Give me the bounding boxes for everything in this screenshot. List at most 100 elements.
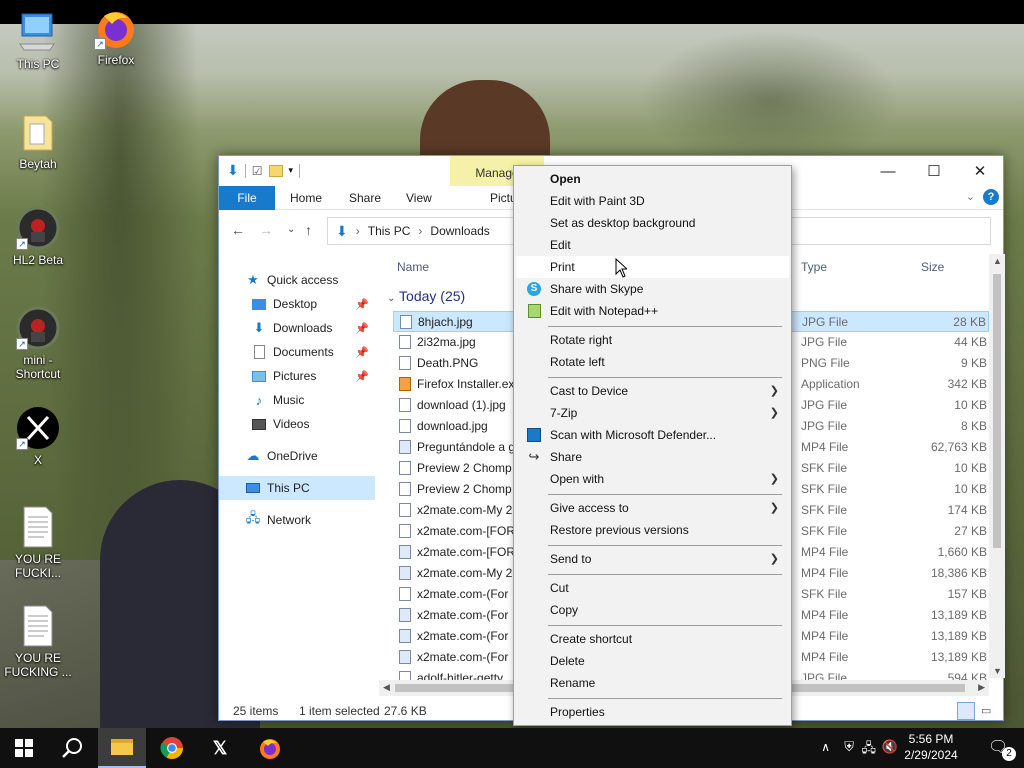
nav-item-quick-access[interactable]: ★ Quick access [219, 268, 375, 292]
nav-item-desktop[interactable]: Desktop 📌 [219, 292, 375, 316]
scroll-up-arrow-icon[interactable]: ▲ [993, 256, 1002, 266]
up-arrow-icon[interactable]: ↑ [305, 222, 312, 238]
network-icon[interactable]: 🖧 [862, 739, 877, 761]
group-header-today[interactable]: ⌄ Today (25) [387, 288, 465, 304]
nav-item-this-pc[interactable]: This PC [219, 476, 375, 500]
defender-shield-icon[interactable]: ⛨ [844, 739, 854, 755]
text-file-icon [16, 604, 60, 648]
notification-center-button[interactable]: 🗨 2 [988, 737, 1016, 761]
taskbar-chrome[interactable] [148, 728, 196, 768]
desktop-icon-x[interactable]: ↗ X [0, 406, 76, 467]
vertical-scrollbar[interactable]: ▲ ▼ [989, 254, 1005, 678]
recent-locations-chevron-icon[interactable]: ⌄ [287, 224, 295, 235]
tab-file[interactable]: File [219, 186, 275, 210]
start-button[interactable] [0, 728, 48, 768]
nav-item-network[interactable]: 🖧 Network [219, 508, 375, 532]
column-header-type[interactable]: Type [801, 260, 827, 274]
desktop-icon-firefox[interactable]: ↗ Firefox [78, 6, 154, 67]
file-size: 174 KB [947, 503, 987, 517]
chevron-down-icon[interactable]: ⌄ [966, 190, 975, 203]
forward-arrow-icon[interactable]: → [259, 222, 273, 238]
close-button[interactable]: ✕ [957, 156, 1003, 186]
taskbar-firefox[interactable] [246, 728, 294, 768]
menu-item-print[interactable]: Print [516, 256, 789, 278]
clock[interactable]: 5:56 PM 2/29/2024 [896, 731, 966, 763]
menu-item-create-shortcut[interactable]: Create shortcut [516, 628, 789, 650]
folder-icon [16, 110, 60, 154]
menu-item-label: Cast to Device [550, 384, 629, 398]
scrollbar-thumb[interactable] [993, 274, 1001, 548]
menu-item-rotate-left[interactable]: Rotate left [516, 351, 789, 373]
taskbar-file-explorer[interactable] [98, 728, 146, 768]
nav-item-pictures[interactable]: Pictures 📌 [219, 364, 375, 388]
desktop-icon-this-pc[interactable]: This PC [0, 10, 76, 71]
nav-item-downloads[interactable]: ⬇ Downloads 📌 [219, 316, 375, 340]
menu-item-rotate-right[interactable]: Rotate right [516, 329, 789, 351]
desktop-icon-text-file-2[interactable]: YOU RE FUCKING ... [0, 604, 76, 679]
file-type: Application [801, 377, 860, 391]
back-arrow-icon[interactable]: ← [231, 222, 245, 238]
menu-item-cut[interactable]: Cut [516, 577, 789, 599]
menu-item-copy[interactable]: Copy [516, 599, 789, 621]
video-file-icon [399, 566, 411, 580]
menu-item-edit-with-notepad-plus-plus[interactable]: Edit with Notepad++ [516, 300, 789, 322]
tab-home[interactable]: Home [290, 186, 322, 210]
film-icon [251, 416, 267, 432]
menu-item-share-with-skype[interactable]: S Share with Skype [516, 278, 789, 300]
menu-item-delete[interactable]: Delete [516, 650, 789, 672]
tab-view[interactable]: View [406, 186, 432, 210]
scroll-right-arrow-icon[interactable]: ▶ [978, 682, 985, 693]
menu-item-restore-previous-versions[interactable]: Restore previous versions [516, 519, 789, 541]
help-icon[interactable]: ? [983, 189, 999, 205]
large-icons-view-button[interactable]: ▭ [981, 704, 991, 717]
minimize-button[interactable]: — [865, 156, 911, 186]
menu-item-properties[interactable]: Properties [516, 701, 789, 723]
menu-item-give-access-to[interactable]: Give access to ❯ [516, 497, 789, 519]
details-view-button[interactable] [957, 702, 975, 720]
nav-item-music[interactable]: ♪ Music [219, 388, 375, 412]
nav-item-documents[interactable]: Documents 📌 [219, 340, 375, 364]
column-header-name[interactable]: Name [397, 260, 429, 274]
chevron-down-icon[interactable]: ▾ [289, 165, 294, 176]
video-file-icon [399, 440, 411, 454]
menu-item-share[interactable]: ↪ Share [516, 446, 789, 468]
menu-item-open-with[interactable]: Open with ❯ [516, 468, 789, 490]
column-header-size[interactable]: Size [921, 260, 944, 274]
menu-item-set-as-desktop-background[interactable]: Set as desktop background [516, 212, 789, 234]
nav-item-videos[interactable]: Videos [219, 412, 375, 436]
show-hidden-icons-chevron-icon[interactable]: ∧ [821, 740, 830, 754]
breadcrumb-downloads[interactable]: Downloads [430, 224, 489, 238]
pin-icon[interactable]: 📌 [355, 370, 369, 383]
pin-icon[interactable]: 📌 [355, 322, 369, 335]
menu-item-send-to[interactable]: Send to ❯ [516, 548, 789, 570]
desktop-icon-mini-shortcut[interactable]: ↗ mini - Shortcut [0, 306, 76, 381]
file-size: 13,189 KB [930, 629, 987, 643]
menu-item-rename[interactable]: Rename [516, 672, 789, 694]
breadcrumb-this-pc[interactable]: This PC [368, 224, 411, 238]
pin-icon[interactable]: 📌 [355, 298, 369, 311]
new-folder-icon[interactable] [268, 164, 283, 177]
menu-item-scan-with-microsoft-defender[interactable]: Scan with Microsoft Defender... [516, 424, 789, 446]
maximize-button[interactable]: ☐ [911, 156, 957, 186]
taskbar-x[interactable]: 𝕏 [196, 728, 244, 768]
nav-item-label: Downloads [273, 321, 333, 335]
pin-icon[interactable]: 📌 [355, 346, 369, 359]
file-type: SFK File [801, 482, 848, 496]
file-icon [399, 524, 411, 538]
menu-item-7-zip[interactable]: 7-Zip ❯ [516, 402, 789, 424]
tab-share[interactable]: Share [349, 186, 381, 210]
nav-item-onedrive[interactable]: ☁ OneDrive [219, 444, 375, 468]
file-size: 18,386 KB [930, 566, 987, 580]
menu-item-cast-to-device[interactable]: Cast to Device ❯ [516, 380, 789, 402]
desktop-icon-hl2-beta[interactable]: ↗ HL2 Beta [0, 206, 76, 267]
menu-item-edit-with-paint-3d[interactable]: Edit with Paint 3D [516, 190, 789, 212]
scroll-down-arrow-icon[interactable]: ▼ [993, 666, 1002, 676]
desktop-icon-beytah[interactable]: Beytah [0, 110, 76, 171]
search-button[interactable] [48, 728, 96, 768]
desktop-icon-text-file-1[interactable]: YOU RE FUCKI... [0, 505, 76, 580]
menu-item-open[interactable]: Open [516, 168, 789, 190]
properties-icon[interactable]: ☑ [252, 164, 263, 178]
pictures-icon [251, 368, 267, 384]
scroll-left-arrow-icon[interactable]: ◀ [383, 682, 390, 693]
menu-item-edit[interactable]: Edit [516, 234, 789, 256]
